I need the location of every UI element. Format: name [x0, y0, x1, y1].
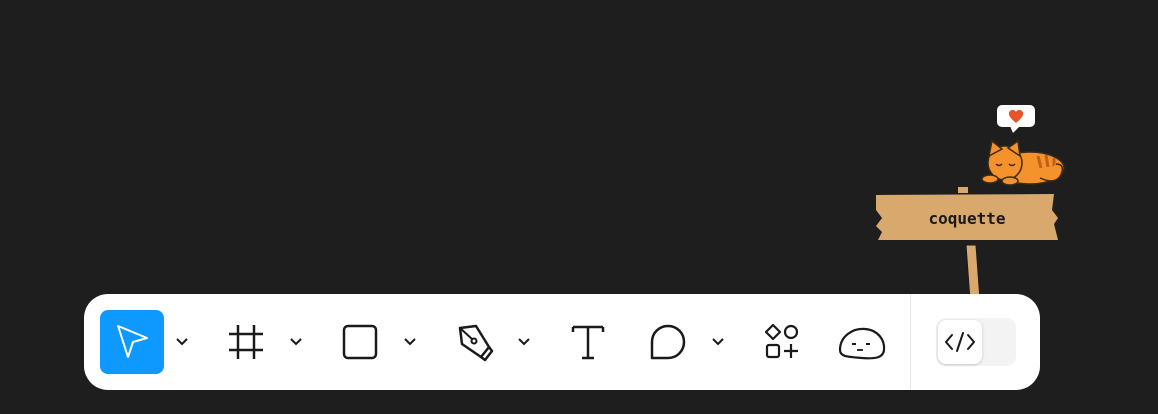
comment-tool-dropdown[interactable] — [706, 330, 730, 354]
heart-speech-bubble-icon — [997, 105, 1035, 133]
move-tool-button[interactable] — [100, 310, 164, 374]
shape-tool-button[interactable] — [328, 310, 392, 374]
chevron-down-icon — [290, 338, 302, 346]
frame-hash-icon — [229, 325, 263, 359]
frame-tool-dropdown[interactable] — [284, 330, 308, 354]
pen-tool-icon — [458, 324, 494, 362]
text-tool-button[interactable] — [556, 310, 620, 374]
chevron-down-icon — [518, 338, 530, 346]
bottom-toolbar — [84, 294, 1040, 390]
sleepy-blob-icon — [838, 327, 886, 360]
toggle-knob[interactable] — [938, 320, 982, 364]
text-t-icon — [571, 325, 605, 360]
pen-tool-dropdown[interactable] — [512, 330, 536, 354]
dev-mode-toggle[interactable] — [936, 318, 1016, 366]
sleeping-cat-icon — [981, 139, 1065, 186]
chevron-down-icon — [712, 338, 724, 346]
chevron-down-icon — [176, 338, 188, 346]
sign-text: coquette — [928, 208, 1006, 228]
speech-bubble-icon — [650, 324, 686, 360]
shape-tool-dropdown[interactable] — [398, 330, 422, 354]
pen-tool-button[interactable] — [442, 310, 506, 374]
frame-tool-button[interactable] — [214, 310, 278, 374]
rectangle-icon — [342, 324, 378, 360]
chevron-down-icon — [404, 338, 416, 346]
shapes-plus-icon — [764, 323, 799, 359]
code-brackets-icon — [945, 332, 975, 352]
assets-tool-button[interactable] — [750, 310, 814, 374]
widget-button[interactable] — [830, 310, 894, 374]
comment-tool-button[interactable] — [636, 310, 700, 374]
cursor-arrow-icon — [117, 325, 148, 358]
toolbar-divider — [910, 294, 911, 390]
move-tool-dropdown[interactable] — [170, 330, 194, 354]
